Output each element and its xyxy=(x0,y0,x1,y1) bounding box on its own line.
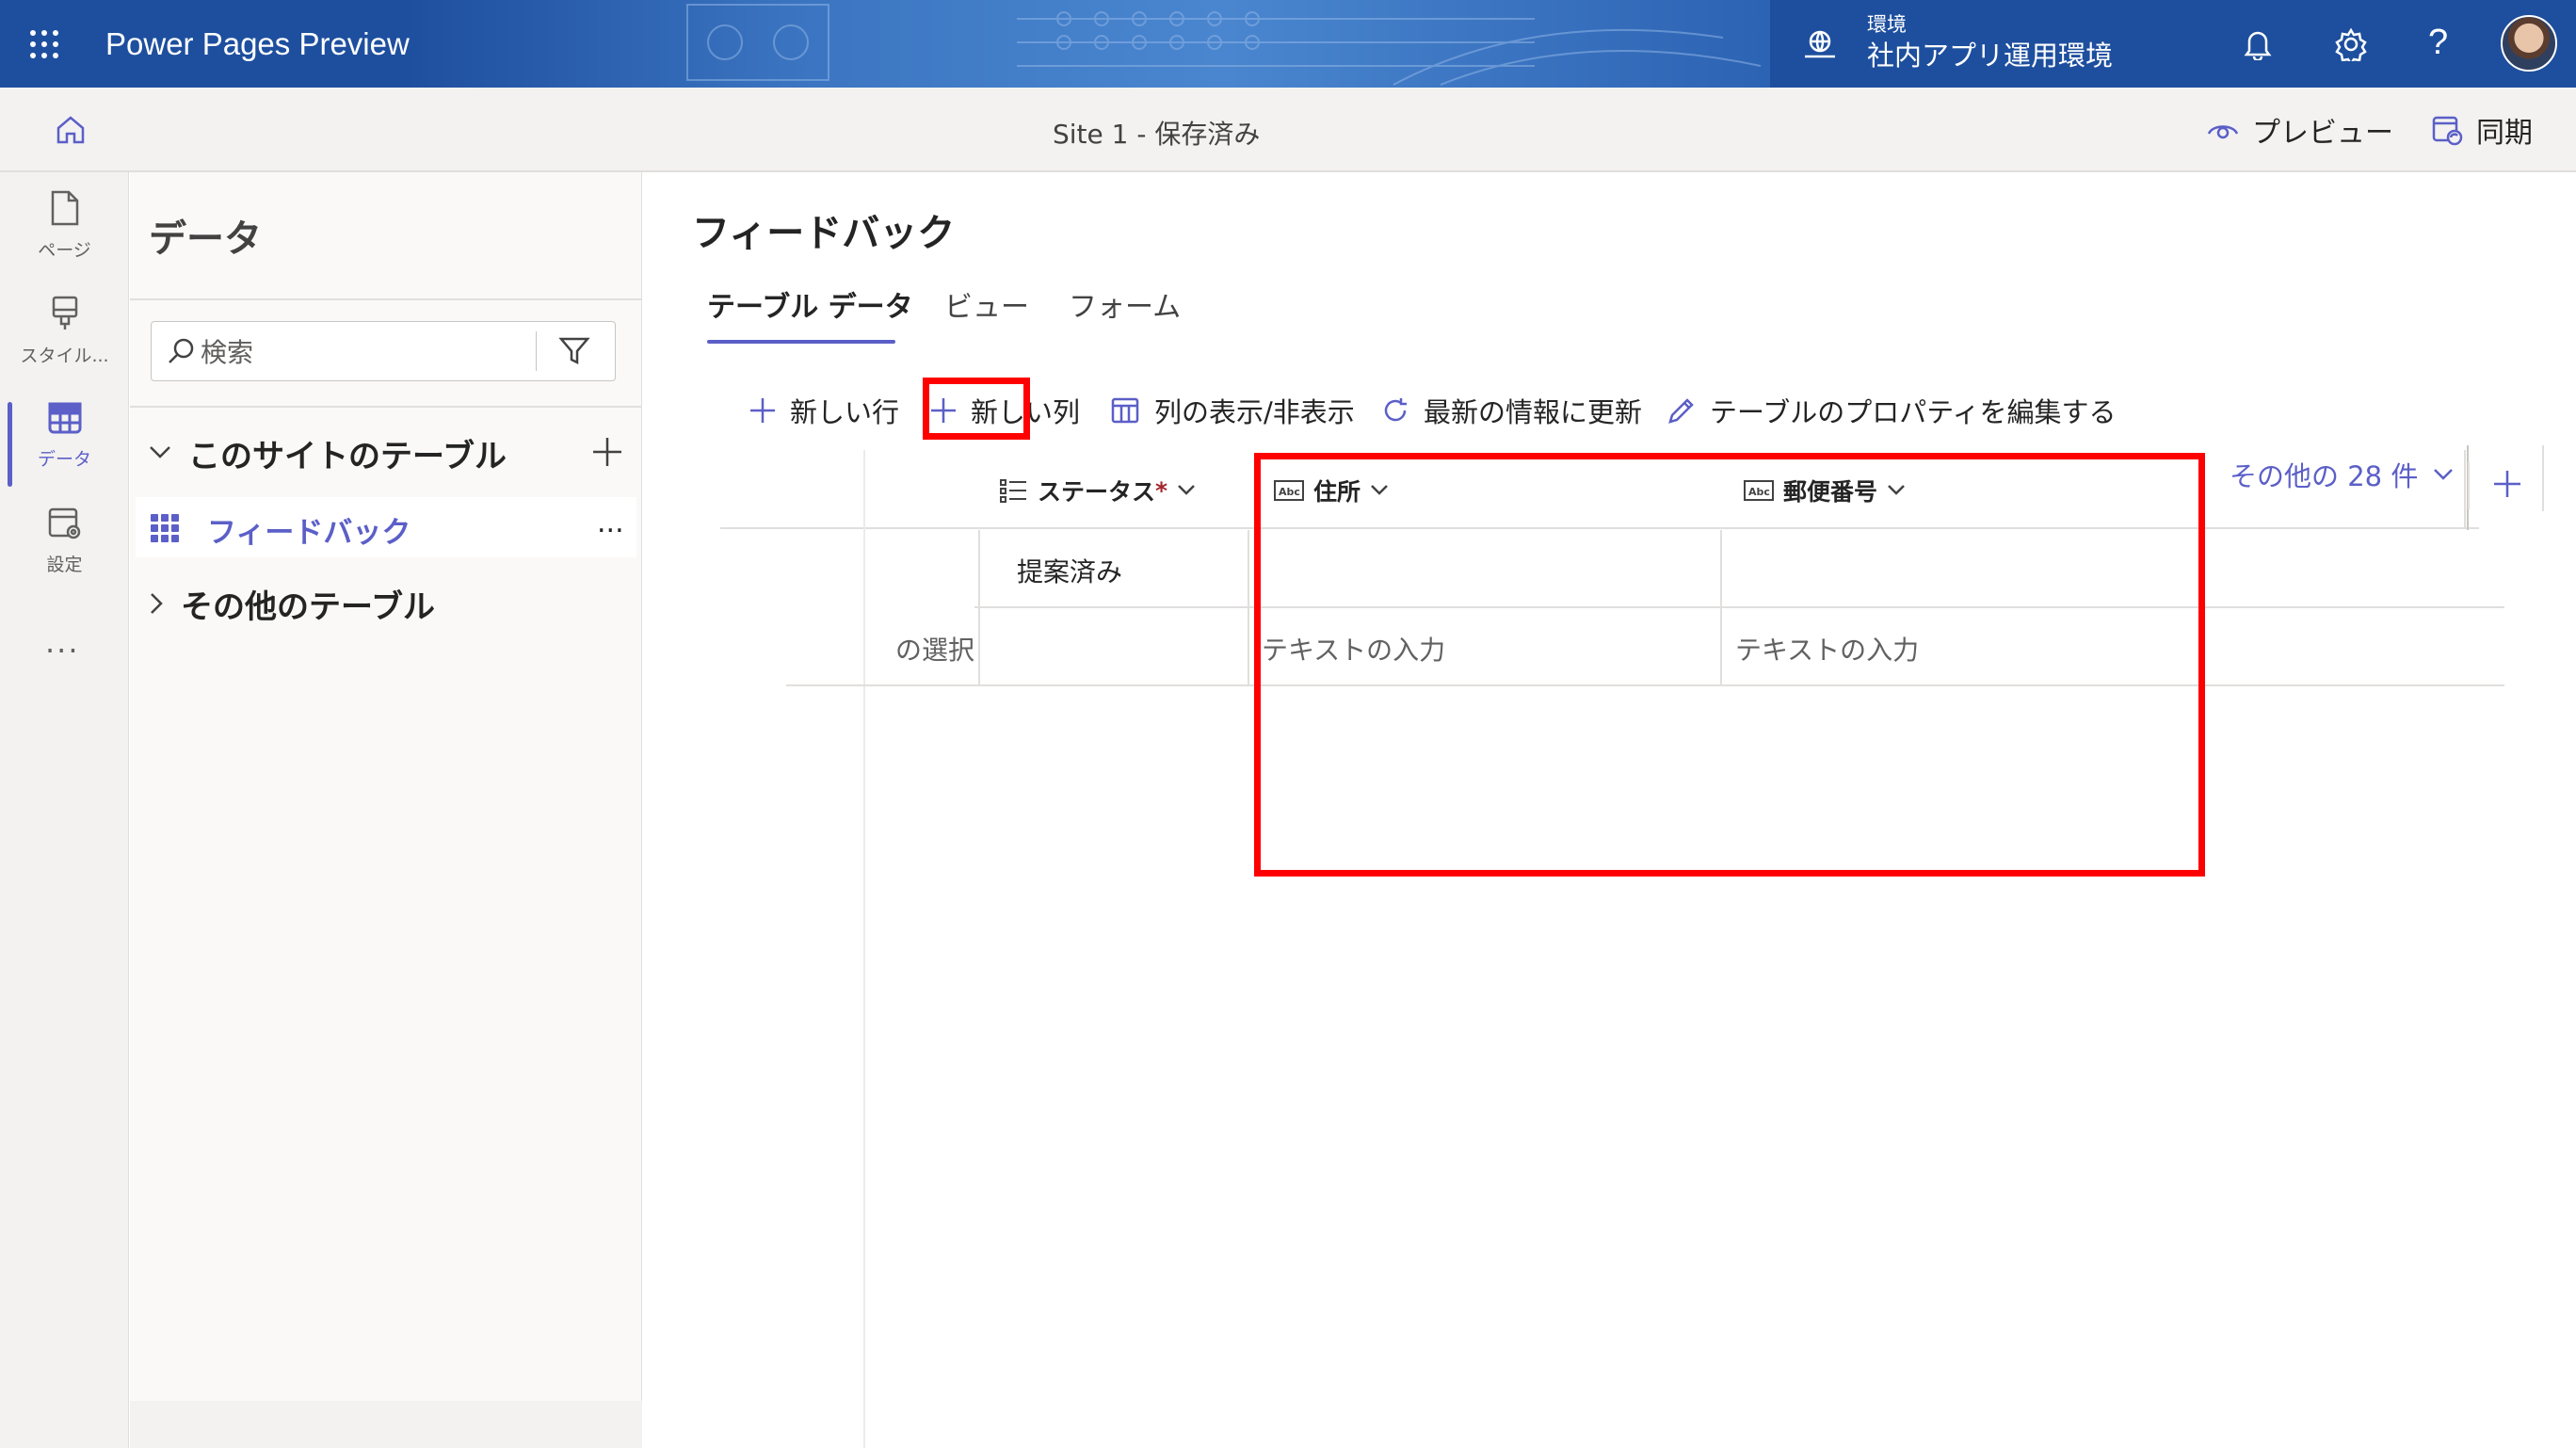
page-icon xyxy=(49,189,81,227)
new-row-choice-field[interactable]: の選択 xyxy=(863,630,974,668)
panel-title: データ xyxy=(149,217,262,261)
header-background xyxy=(405,0,1770,88)
grid-col-border xyxy=(1248,530,1249,684)
table-item-feedback[interactable]: フィードバック ... xyxy=(136,497,636,557)
rail-more-button[interactable]: ... xyxy=(45,624,80,660)
rail-item-data[interactable]: データ xyxy=(0,383,129,489)
refresh-label: 最新の情報に更新 xyxy=(1424,396,1643,428)
app-name[interactable]: Power Pages Preview xyxy=(105,26,410,62)
more-columns-button[interactable]: その他の 28 件 xyxy=(2230,453,2454,496)
new-row-button[interactable]: 新しい行 xyxy=(749,387,899,434)
table-item-label: フィードバック xyxy=(207,516,411,550)
highlight-new-column xyxy=(923,378,1030,440)
rail-label: データ xyxy=(37,449,91,470)
new-row-label: 新しい行 xyxy=(790,396,900,428)
avatar[interactable] xyxy=(2501,15,2557,72)
chevron-right-icon xyxy=(149,592,164,615)
section-site-tables[interactable]: このサイトのテーブル xyxy=(149,429,507,476)
columns-icon xyxy=(1111,396,1141,425)
search-icon xyxy=(167,337,195,365)
grid-outer-edge xyxy=(2542,445,2544,511)
environment-icon[interactable] xyxy=(1803,28,1837,60)
edit-properties-label: テーブルのプロパティを編集する xyxy=(1710,396,2117,428)
section-label: このサイトのテーブル xyxy=(188,437,507,475)
site-command-bar: Site 1 - 保存済み プレビュー 同期 xyxy=(0,88,2576,172)
required-mark: * xyxy=(1155,476,1168,505)
grid-right-border xyxy=(2464,450,2466,527)
data-panel: データ このサイトのテーブル フィードバック ... その他のテーブル xyxy=(130,172,642,1448)
tab-table-data[interactable]: テーブル データ xyxy=(707,283,913,325)
chevron-down-icon xyxy=(149,445,171,460)
show-hide-columns-label: 列の表示/非表示 xyxy=(1154,396,1355,428)
rail-label: ページ xyxy=(38,240,91,261)
rail-item-settings[interactable]: 設定 xyxy=(0,489,129,594)
preview-button[interactable]: プレビュー xyxy=(2207,108,2393,152)
eye-icon xyxy=(2207,119,2239,141)
plus-icon xyxy=(749,396,777,425)
sync-button[interactable]: 同期 xyxy=(2431,108,2533,152)
help-icon[interactable]: ? xyxy=(2428,23,2448,63)
refresh-icon xyxy=(1380,395,1410,426)
panel-divider xyxy=(130,406,642,408)
rail-item-styles[interactable]: スタイル... xyxy=(0,278,129,383)
app-launcher-icon[interactable] xyxy=(28,28,60,60)
sync-label: 同期 xyxy=(2476,117,2533,150)
search-input[interactable] xyxy=(201,333,549,371)
gear-icon[interactable] xyxy=(2334,27,2368,61)
highlight-new-columns xyxy=(1254,453,2205,877)
filter-icon[interactable] xyxy=(558,335,590,367)
section-other-tables[interactable]: その他のテーブル xyxy=(149,580,435,627)
main-content: フィードバック テーブル データ ビュー フォーム 新しい行 新しい列 列の表示… xyxy=(692,172,2576,1448)
tab-forms[interactable]: フォーム xyxy=(1069,283,1181,325)
add-table-icon[interactable] xyxy=(591,436,623,468)
grid-row-header-divider xyxy=(863,450,865,1448)
panel-footer xyxy=(130,1401,642,1448)
home-icon[interactable] xyxy=(55,114,87,146)
site-status: Site 1 - 保存済み xyxy=(1053,119,1261,150)
search-box xyxy=(151,321,616,381)
sync-icon xyxy=(2431,114,2463,146)
header-separator xyxy=(2468,462,2470,509)
column-header-status[interactable]: ステータス * xyxy=(1000,469,1196,512)
rail-label: スタイル... xyxy=(20,346,109,366)
add-column-icon[interactable] xyxy=(2492,469,2522,499)
column-label: ステータス xyxy=(1038,478,1156,506)
left-rail: ページ スタイル... データ 設定 ... xyxy=(0,172,129,1448)
paintbrush-icon xyxy=(49,295,81,332)
chevron-down-icon xyxy=(2433,468,2454,481)
choice-list-icon xyxy=(1000,478,1028,503)
rail-label: 設定 xyxy=(46,555,83,575)
preview-label: プレビュー xyxy=(2252,117,2393,150)
table-more-button[interactable]: ... xyxy=(597,507,624,539)
grid-icon xyxy=(151,514,179,542)
grid-col-border xyxy=(978,530,980,684)
table-icon xyxy=(47,400,83,436)
refresh-button[interactable]: 最新の情報に更新 xyxy=(1380,387,1642,434)
cell-status[interactable]: 提案済み xyxy=(1017,552,1122,589)
chevron-down-icon xyxy=(1177,484,1196,497)
pencil-icon xyxy=(1666,395,1697,426)
search-separator xyxy=(536,331,537,371)
panel-divider xyxy=(130,298,642,300)
edit-properties-button[interactable]: テーブルのプロパティを編集する xyxy=(1666,387,2117,434)
tab-underline xyxy=(707,340,895,344)
more-columns-label: その他の 28 件 xyxy=(2230,460,2419,492)
show-hide-columns-button[interactable]: 列の表示/非表示 xyxy=(1111,387,1355,434)
section-label: その他のテーブル xyxy=(181,587,435,626)
rail-item-pages[interactable]: ページ xyxy=(0,172,129,278)
page-title: フィードバック xyxy=(692,212,956,255)
app-header: Power Pages Preview 環境 社内アプリ運用環境 ? xyxy=(0,0,2576,88)
notifications-icon[interactable] xyxy=(2244,28,2272,60)
tab-views[interactable]: ビュー xyxy=(944,283,1029,325)
environment-name[interactable]: 社内アプリ運用環境 xyxy=(1867,34,2113,73)
settings-icon xyxy=(47,506,83,541)
